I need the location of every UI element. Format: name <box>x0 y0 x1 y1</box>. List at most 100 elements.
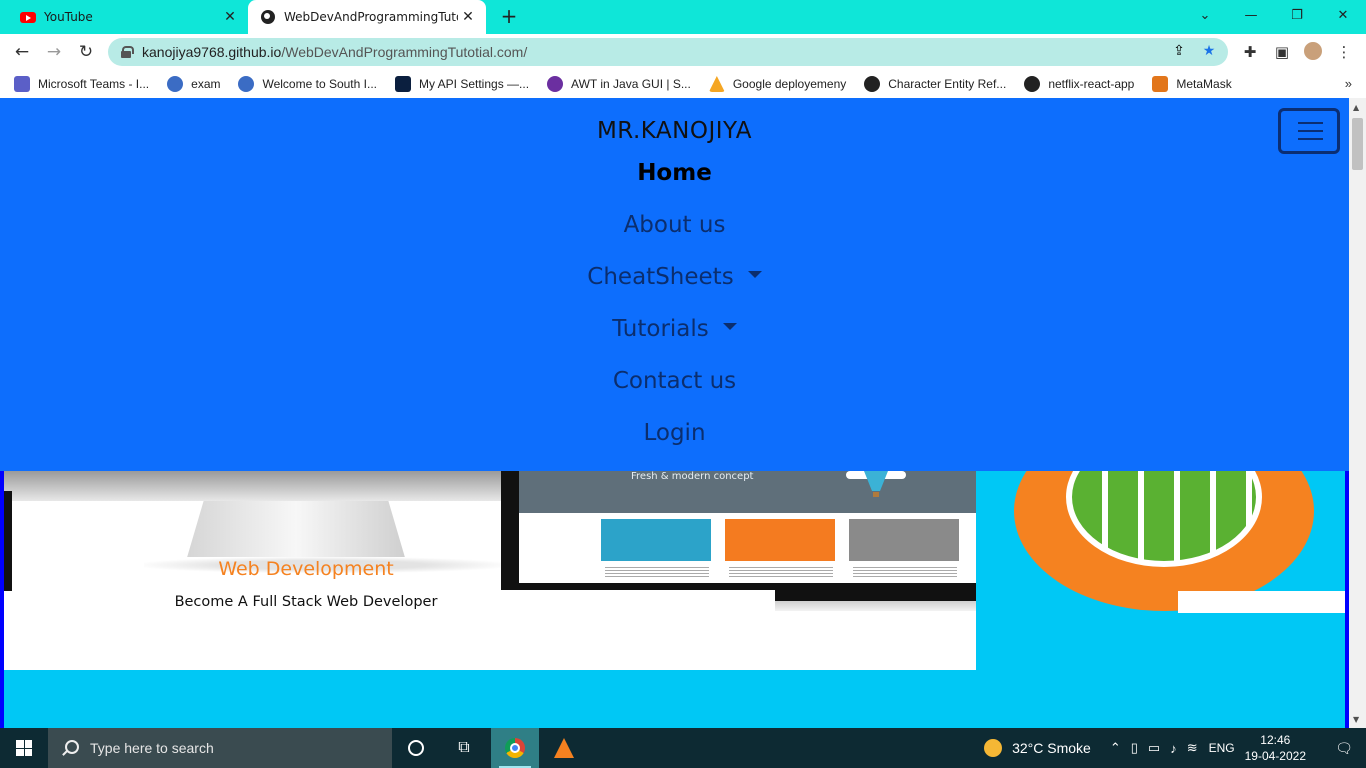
laptop-tile <box>725 519 835 561</box>
nav-home[interactable]: Home <box>0 160 1349 186</box>
notifications-icon[interactable]: 🗨 <box>1322 728 1366 768</box>
scroll-down-icon[interactable]: ▼ <box>1353 715 1359 724</box>
tab-search-button[interactable]: ⌄ <box>1182 0 1228 30</box>
page-scrollbar[interactable]: ▲ ▼ <box>1349 98 1366 728</box>
weather-haze-icon[interactable] <box>984 739 1003 757</box>
navbar-toggler-hamburger-icon[interactable] <box>1278 108 1340 154</box>
extensions-puzzle-icon[interactable]: ✚ <box>1238 40 1262 64</box>
chevron-up-icon[interactable]: ⌃ <box>1110 740 1121 756</box>
share-icon[interactable]: ⇪ <box>1170 42 1188 60</box>
lock-icon[interactable] <box>120 46 134 58</box>
scrollbar-thumb[interactable] <box>1352 118 1363 170</box>
bookmark-item[interactable]: Microsoft Teams - I... <box>14 76 149 92</box>
bookmark-label: My API Settings —... <box>418 77 530 91</box>
profile-avatar[interactable] <box>1302 40 1324 62</box>
task-view-button[interactable]: ⧉ <box>440 728 488 768</box>
cortana-circle-icon <box>408 740 424 756</box>
windows-logo-icon <box>16 740 32 756</box>
taskbar-search-box[interactable]: Type here to search <box>48 728 392 768</box>
nav-tutorials-label: Tutorials <box>612 316 709 342</box>
volume-icon[interactable]: ♪ <box>1170 741 1177 756</box>
bookmark-item[interactable]: MetaMask <box>1152 76 1232 92</box>
vlc-cone-icon <box>554 738 574 758</box>
restore-button[interactable]: ❐ <box>1274 0 1320 30</box>
close-tab-icon[interactable]: ✕ <box>458 7 478 27</box>
taskbar-vlc[interactable] <box>540 728 588 768</box>
hero-title: Web Development <box>218 558 394 580</box>
nav-cheatsheets-dropdown[interactable]: CheatSheets <box>0 264 1349 290</box>
url-host: kanojiya9768.github.io <box>142 44 282 60</box>
close-tab-icon[interactable]: ✕ <box>220 7 240 27</box>
taskbar-chrome[interactable] <box>491 728 539 768</box>
site-brand[interactable]: MR.KANOJIYA <box>0 118 1349 144</box>
site-navbar: MR.KANOJIYA Home About us CheatSheets Tu… <box>0 98 1349 471</box>
new-tab-button[interactable]: + <box>498 6 520 28</box>
browser-toolbar: ← → ↻ kanojiya9768.github.io/WebDevAndPr… <box>0 34 1366 70</box>
weather-text[interactable]: 32°C Smoke <box>1012 740 1091 756</box>
start-button[interactable] <box>0 728 48 768</box>
taskbar-clock[interactable]: 12:46 19-04-2022 <box>1245 732 1306 764</box>
bookmark-label: Microsoft Teams - I... <box>38 77 150 91</box>
carousel-bottom <box>4 614 976 670</box>
bookmark-item[interactable]: netflix-react-app <box>1024 76 1134 92</box>
battery-icon[interactable]: ▭ <box>1148 740 1160 756</box>
nav-login[interactable]: Login <box>0 420 1349 446</box>
bookmark-label: MetaMask <box>1176 77 1232 91</box>
metamask-fox-icon <box>1152 76 1169 92</box>
bookmark-label: Welcome to South I... <box>262 77 377 91</box>
bookmarks-bar: Microsoft Teams - I... exam Welcome to S… <box>0 70 1366 98</box>
bookmark-item[interactable]: exam <box>167 76 220 92</box>
language-indicator[interactable]: ENG <box>1209 741 1235 755</box>
cortana-button[interactable] <box>392 728 440 768</box>
clock-time: 12:46 <box>1260 733 1291 747</box>
close-window-button[interactable]: ✕ <box>1320 0 1366 30</box>
hero-subtitle: Become A Full Stack Web Developer <box>174 594 438 610</box>
address-bar[interactable]: kanojiya9768.github.io/WebDevAndProgramm… <box>108 38 1228 66</box>
system-tray: 32°C Smoke ⌃ ▯ ▭ ♪ ≋ ENG 12:46 19-04-202… <box>984 728 1366 768</box>
gear-icon <box>238 76 255 92</box>
chrome-icon <box>505 738 525 758</box>
gear-icon <box>167 76 184 92</box>
bookmark-item[interactable]: Google deployemeny <box>708 76 847 92</box>
globe-icon <box>864 76 881 92</box>
bookmark-item[interactable]: My API Settings —... <box>394 76 530 92</box>
page-viewport: Fresh & modern concept Web Development B… <box>0 98 1366 728</box>
hero-globe-gear-image <box>976 471 1345 670</box>
device-icon[interactable]: ▯ <box>1131 740 1138 756</box>
menu-kebab-icon[interactable]: ⋮ <box>1332 40 1356 64</box>
clock-date: 19-04-2022 <box>1244 749 1306 763</box>
tab-title: WebDevAndProgrammingTutorial <box>284 10 458 24</box>
caret-down-icon <box>722 323 737 330</box>
scroll-up-icon[interactable]: ▲ <box>1353 103 1359 112</box>
wifi-icon[interactable]: ≋ <box>1187 740 1198 756</box>
tab-webdev[interactable]: WebDevAndProgrammingTutorial ✕ <box>248 0 486 34</box>
minimize-button[interactable]: — <box>1228 0 1274 30</box>
teams-icon <box>14 76 30 92</box>
window-controls: ⌄ — ❐ ✕ <box>1182 0 1366 30</box>
bookmark-label: Character Entity Ref... <box>888 77 1007 91</box>
bookmark-item[interactable]: AWT in Java GUI | S... <box>547 76 691 92</box>
forward-arrow-icon[interactable]: → <box>42 40 66 64</box>
bookmark-label: exam <box>191 77 221 91</box>
bookmark-label: AWT in Java GUI | S... <box>571 77 691 91</box>
bookmarks-overflow-icon[interactable]: » <box>1345 76 1352 91</box>
bookmark-label: Google deployemeny <box>732 77 847 91</box>
tab-title: YouTube <box>44 10 93 24</box>
globe-icon <box>1024 76 1041 92</box>
tab-youtube[interactable]: YouTube ✕ <box>8 0 248 34</box>
omnibox-actions: ⇪ ★ <box>1170 42 1218 60</box>
toolbar-actions: ✚ ▣ ⋮ <box>1238 40 1356 64</box>
nav-contact[interactable]: Contact us <box>0 368 1349 394</box>
api-icon <box>394 76 411 92</box>
bookmark-star-icon[interactable]: ★ <box>1200 42 1218 60</box>
back-arrow-icon[interactable]: ← <box>10 40 34 64</box>
search-placeholder: Type here to search <box>90 740 214 756</box>
bookmark-item[interactable]: Welcome to South I... <box>238 76 377 92</box>
reload-icon[interactable]: ↻ <box>74 40 98 64</box>
bookmark-item[interactable]: Character Entity Ref... <box>864 76 1006 92</box>
url-text[interactable]: kanojiya9768.github.io/WebDevAndProgramm… <box>142 44 527 60</box>
nav-tutorials-dropdown[interactable]: Tutorials <box>0 316 1349 342</box>
nav-about[interactable]: About us <box>0 212 1349 238</box>
search-icon <box>62 740 79 756</box>
side-panel-icon[interactable]: ▣ <box>1270 40 1294 64</box>
